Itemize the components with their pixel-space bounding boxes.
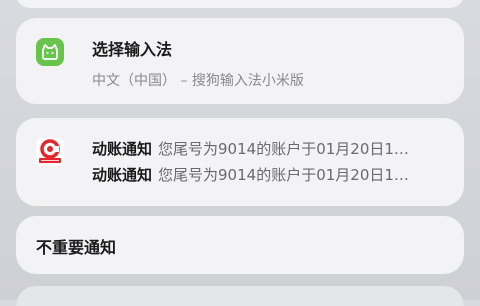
bank-message-2[interactable]: 动账通知 您尾号为9014的账户于01月20日1… [92, 164, 464, 185]
bank-message-title: 动账通知 [92, 166, 153, 184]
bank-logo-icon [36, 138, 64, 166]
ime-notification-subtitle: 中文（中国） – 搜狗输入法小米版 [92, 73, 304, 89]
bank-message-preview: 您尾号为9014的账户于01月20日1… [158, 166, 409, 184]
ime-notification-title: 选择输入法 [92, 40, 173, 59]
bank-message-1[interactable]: 动账通知 您尾号为9014的账户于01月20日1… [92, 138, 464, 159]
previous-notification-card[interactable] [16, 0, 464, 8]
bank-message-title: 动账通知 [92, 140, 153, 158]
ime-notification-card[interactable]: 选择输入法 中文（中国） – 搜狗输入法小米版 [16, 18, 464, 104]
minor-notifications-card[interactable]: 不重要通知 [16, 216, 464, 274]
next-card-sliver [16, 286, 464, 306]
minor-notifications-title: 不重要通知 [36, 238, 117, 257]
bank-notification-card[interactable]: 动账通知 您尾号为9014的账户于01月20日1… 动账通知 您尾号为9014的账户… [16, 118, 464, 206]
keyboard-cat-icon [36, 38, 64, 66]
bank-message-preview: 您尾号为9014的账户于01月20日1… [158, 140, 409, 158]
